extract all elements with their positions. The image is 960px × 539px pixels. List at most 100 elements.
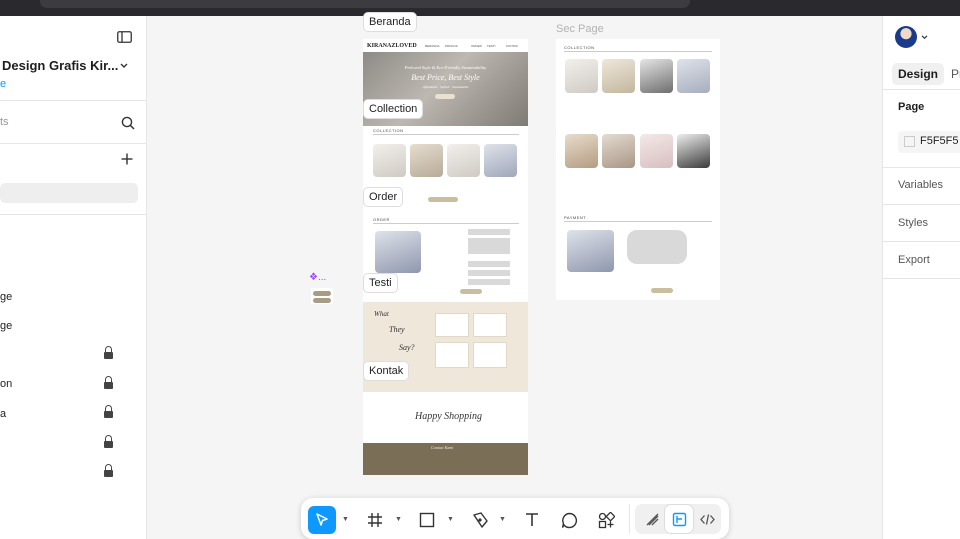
code-icon xyxy=(699,513,715,525)
form-field xyxy=(468,261,510,267)
mockup-logo: KIRANAZLOVED xyxy=(367,43,417,49)
browser-tab-bar xyxy=(0,0,960,16)
frame-tool[interactable] xyxy=(361,506,389,534)
product-thumb xyxy=(447,144,480,177)
draw-mode[interactable] xyxy=(638,505,666,533)
text-tool[interactable] xyxy=(518,506,546,534)
assets-search-placeholder[interactable]: ts xyxy=(0,116,9,128)
product-thumb xyxy=(565,134,598,168)
divider xyxy=(564,51,712,52)
file-project-link[interactable]: e xyxy=(0,78,6,90)
product-thumb xyxy=(484,144,517,177)
mockup-nav-item: PRODUK xyxy=(445,44,458,48)
mockup-nav-item: TESTI xyxy=(487,44,496,48)
layer-item[interactable]: a xyxy=(0,408,6,420)
layer-item[interactable]: ge xyxy=(0,291,12,303)
chevron-down-icon[interactable]: ▼ xyxy=(342,516,349,523)
testi-screenshot xyxy=(435,313,469,337)
section-collection-title: COLLECTION xyxy=(373,128,404,133)
mockup-nav-item: BERANDA xyxy=(425,44,440,48)
product-thumb xyxy=(640,134,673,168)
divider xyxy=(883,204,960,205)
actions-tool[interactable] xyxy=(592,506,620,534)
lock-icon[interactable] xyxy=(104,346,113,359)
cursor-icon xyxy=(316,513,328,526)
hero-line2: Best Price, Best Style xyxy=(411,73,480,82)
chevron-down-icon[interactable] xyxy=(120,63,128,69)
product-thumb xyxy=(565,59,598,93)
product-thumb xyxy=(410,144,443,177)
sec-page-title[interactable]: Sec Page xyxy=(556,23,604,35)
page-color-field[interactable]: F5F5F5 xyxy=(898,131,960,153)
form-field xyxy=(468,279,510,285)
page-color-value[interactable]: F5F5F5 xyxy=(920,135,959,147)
frame-sec-page[interactable]: COLLECTION PAYMENT xyxy=(556,39,720,300)
frame-label-testi[interactable]: Testi xyxy=(364,274,397,292)
lock-icon[interactable] xyxy=(104,464,113,477)
testi-what: What xyxy=(374,310,389,318)
lock-icon[interactable] xyxy=(104,435,113,448)
section-payment-title: PAYMENT xyxy=(564,215,587,220)
export-section[interactable]: Export xyxy=(898,254,930,266)
text-icon xyxy=(526,513,538,526)
browser-url-bar[interactable] xyxy=(40,0,690,8)
avatar[interactable] xyxy=(895,26,917,48)
chevron-down-icon[interactable] xyxy=(921,35,928,40)
tab-prototype[interactable]: Pr xyxy=(945,63,960,85)
divider xyxy=(373,223,519,224)
pen-tool[interactable] xyxy=(466,506,494,534)
frame-label-collection[interactable]: Collection xyxy=(364,100,423,118)
product-thumb xyxy=(602,134,635,168)
page-section-title: Page xyxy=(898,101,925,113)
tab-design[interactable]: Design xyxy=(892,63,945,85)
add-page-icon[interactable] xyxy=(121,153,133,165)
form-field xyxy=(468,229,510,235)
styles-section[interactable]: Styles xyxy=(898,217,928,229)
toolbar-divider xyxy=(629,504,630,534)
layer-item[interactable]: ge xyxy=(0,320,12,332)
konfirmasi-button xyxy=(651,288,673,293)
lock-icon[interactable] xyxy=(104,376,113,389)
component-instance[interactable] xyxy=(311,288,333,304)
chevron-down-icon[interactable]: ▼ xyxy=(447,516,454,523)
frame-label-beranda[interactable]: Beranda xyxy=(364,13,416,31)
section-collection-title: COLLECTION xyxy=(564,45,595,50)
divider xyxy=(0,100,146,101)
design-mode-icon xyxy=(672,512,686,526)
sidebar-toggle-icon[interactable] xyxy=(117,31,132,43)
form-field xyxy=(468,270,510,276)
search-icon[interactable] xyxy=(121,116,135,130)
pen-icon xyxy=(473,512,488,528)
divider xyxy=(883,167,960,168)
product-thumb xyxy=(677,134,710,168)
move-tool[interactable] xyxy=(308,506,336,534)
layer-item[interactable]: on xyxy=(0,378,12,390)
rectangle-tool[interactable] xyxy=(413,506,441,534)
frame-icon xyxy=(368,513,382,527)
component-label[interactable]: ❖... xyxy=(309,272,326,283)
design-mode[interactable] xyxy=(665,505,693,533)
frame-label-order[interactable]: Order xyxy=(364,188,403,206)
chevron-down-icon[interactable]: ▼ xyxy=(499,516,506,523)
draw-icon xyxy=(646,513,658,525)
see-all-button xyxy=(428,197,458,202)
comment-tool[interactable] xyxy=(555,506,583,534)
chevron-down-icon[interactable]: ▼ xyxy=(395,516,402,523)
dev-mode[interactable] xyxy=(693,505,721,533)
color-swatch[interactable] xyxy=(904,136,915,147)
frame-label-kontak[interactable]: Kontak xyxy=(364,362,409,380)
payment-button xyxy=(460,289,482,294)
hero-line1: Preloved Style & Eco-Friendly Sustainabi… xyxy=(404,65,487,70)
product-thumb xyxy=(677,59,710,93)
mockup-nav-item: ORDER xyxy=(471,44,482,48)
payment-product-image xyxy=(567,230,614,272)
variables-section[interactable]: Variables xyxy=(898,179,943,191)
properties-panel: Design Pr Page F5F5F5 Variables Styles E… xyxy=(882,16,960,539)
bottom-toolbar: ▼ ▼ ▼ ▼ xyxy=(301,498,729,539)
hero-button xyxy=(435,94,455,99)
lock-icon[interactable] xyxy=(104,405,113,418)
design-canvas[interactable]: KIRANAZLOVED BERANDA PRODUK ORDER TESTI … xyxy=(147,13,882,539)
product-thumb xyxy=(602,59,635,93)
current-page-item[interactable] xyxy=(0,183,138,203)
file-name[interactable]: Design Grafis Kir... xyxy=(2,58,118,73)
